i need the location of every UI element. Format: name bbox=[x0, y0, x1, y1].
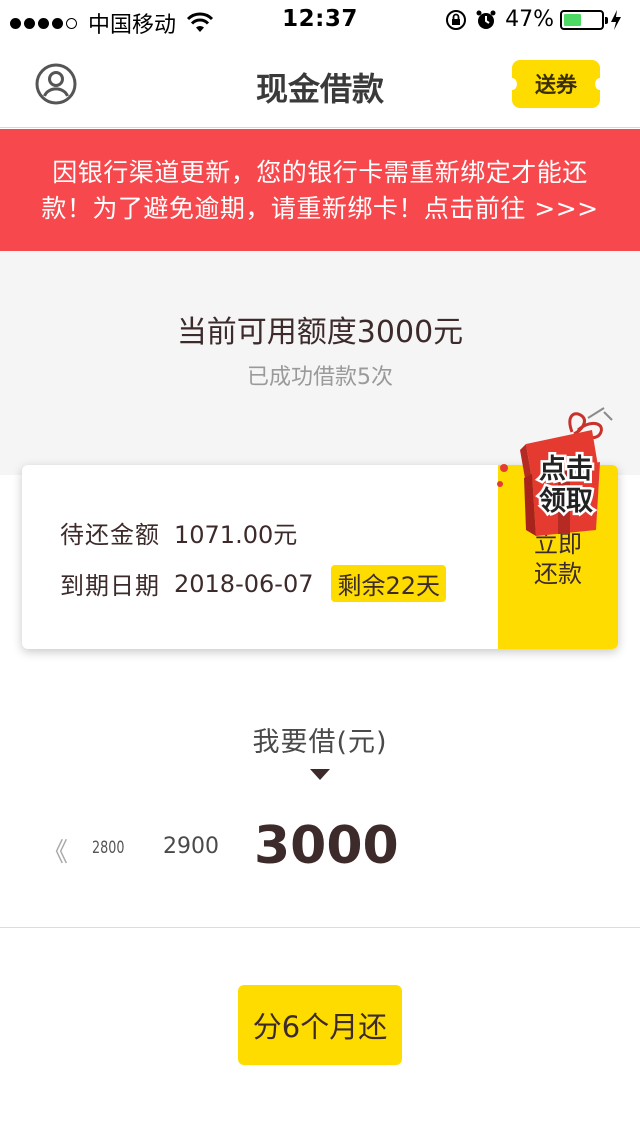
gift-text-line2: 领取 bbox=[539, 486, 593, 517]
due-date-label: 到期日期 bbox=[60, 572, 160, 600]
battery-level-fill bbox=[564, 13, 581, 26]
coupon-button-label: 送券 bbox=[535, 73, 577, 97]
divider bbox=[0, 927, 640, 928]
amount-due-row: 待还金额 1071.00元 bbox=[60, 515, 297, 550]
due-date-row: 到期日期 2018-06-07 剩余22天 bbox=[60, 565, 447, 602]
scale-value[interactable]: 2800 bbox=[92, 838, 124, 858]
installment-button-label: 分6个月还 bbox=[252, 1010, 388, 1044]
due-date-value: 2018-06-07 bbox=[174, 569, 314, 598]
loan-count: 已成功借款5次 bbox=[247, 365, 393, 390]
coupon-button[interactable]: 送券 bbox=[507, 60, 605, 108]
borrow-amount-label: 我要借(元) bbox=[252, 727, 388, 758]
battery-percent: 47% bbox=[505, 7, 554, 32]
status-bar: 中国移动 12:37 47% bbox=[0, 0, 640, 40]
battery-icon bbox=[560, 9, 608, 30]
selected-amount[interactable]: 3000 bbox=[254, 816, 399, 876]
scale-left-arrow-icon[interactable]: 《 bbox=[42, 832, 68, 869]
status-right: 47% bbox=[445, 7, 630, 32]
installment-button[interactable]: 分6个月还 bbox=[238, 985, 402, 1065]
amount-due-label: 待还金额 bbox=[60, 521, 160, 549]
rebind-card-notice[interactable]: 因银行渠道更新，您的银行卡需重新绑定才能还款！为了避免逾期，请重新绑卡！点击前往… bbox=[0, 129, 640, 251]
notice-text: 因银行渠道更新，您的银行卡需重新绑定才能还款！为了避免逾期，请重新绑卡！点击前往… bbox=[41, 158, 599, 223]
triangle-pointer-icon bbox=[310, 769, 330, 780]
scale-value[interactable]: 2900 bbox=[163, 834, 219, 859]
amount-due-value: 1071.00元 bbox=[174, 521, 298, 549]
gift-box-icon[interactable]: 点击 领取 bbox=[496, 404, 620, 544]
nav-bar: 现金借款 送券 bbox=[0, 40, 640, 128]
days-remaining-badge: 剩余22天 bbox=[331, 565, 447, 602]
rotation-lock-icon bbox=[446, 9, 467, 30]
gift-text-line1: 点击 bbox=[539, 454, 593, 485]
alarm-icon bbox=[476, 10, 496, 29]
amount-scale-slider[interactable]: 《 2800 2900 3000 bbox=[0, 810, 640, 890]
available-quota: 当前可用额度3000元 bbox=[176, 315, 464, 350]
charging-bolt-icon bbox=[611, 9, 621, 30]
